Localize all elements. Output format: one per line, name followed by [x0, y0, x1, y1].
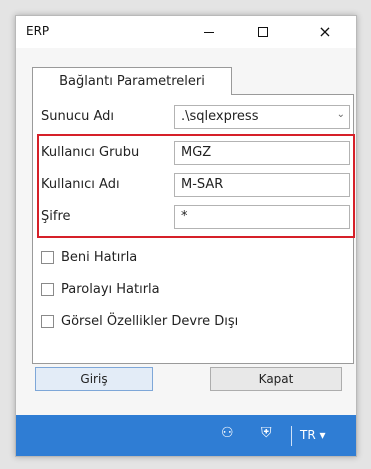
minimize-icon	[204, 31, 214, 33]
remember-me-checkbox[interactable]: Beni Hatırla	[41, 250, 137, 265]
checkbox-icon[interactable]	[41, 315, 54, 328]
minimize-button[interactable]	[186, 16, 232, 48]
title-bar: ERP ×	[16, 16, 356, 48]
shield-icon[interactable]: ⛨	[261, 425, 272, 441]
password-label: Şifre	[41, 209, 71, 224]
user-group-row: Kullanıcı Grubu MGZ	[41, 139, 351, 167]
maximize-button[interactable]	[240, 16, 286, 48]
tab-connection-parameters[interactable]: Bağlantı Parametreleri	[32, 67, 232, 95]
username-row: Kullanıcı Adı M-SAR	[41, 171, 351, 199]
server-name-dropdown[interactable]: .\sqlexpress ⌄	[174, 105, 350, 129]
username-label: Kullanıcı Adı	[41, 177, 120, 192]
connection-parameters-panel: Sunucu Adı .\sqlexpress ⌄ Kullanıcı Grub…	[32, 94, 355, 364]
password-row: Şifre *	[41, 203, 351, 231]
remember-password-label: Parolayı Hatırla	[61, 282, 160, 297]
server-name-value: .\sqlexpress	[181, 109, 259, 124]
chevron-down-icon[interactable]: ⌄	[337, 109, 345, 120]
user-group-label: Kullanıcı Grubu	[41, 145, 140, 160]
login-button[interactable]: Giriş	[35, 367, 153, 391]
remember-me-label: Beni Hatırla	[61, 250, 138, 265]
language-selector[interactable]: TR ▾	[300, 428, 326, 442]
checkbox-icon[interactable]	[41, 251, 54, 264]
username-field[interactable]: M-SAR	[174, 173, 350, 197]
disable-visual-features-checkbox[interactable]: Görsel Özellikler Devre Dışı	[41, 314, 238, 329]
close-icon: ×	[318, 22, 332, 41]
dialog-client-area: Bağlantı Parametreleri Sunucu Adı .\sqle…	[16, 48, 356, 415]
window-title: ERP	[26, 24, 50, 38]
maximize-icon	[258, 27, 268, 37]
user-group-field[interactable]: MGZ	[174, 141, 350, 165]
status-bar: ⚇ ⛨ TR ▾	[16, 415, 356, 456]
password-field[interactable]: *	[174, 205, 350, 229]
erp-login-window: ERP × Bağlantı Parametreleri Sunucu Adı …	[15, 15, 357, 457]
server-name-row: Sunucu Adı .\sqlexpress ⌄	[41, 103, 351, 131]
remember-password-checkbox[interactable]: Parolayı Hatırla	[41, 282, 160, 297]
server-name-label: Sunucu Adı	[41, 109, 115, 124]
close-dialog-button[interactable]: Kapat	[210, 367, 342, 391]
network-users-icon[interactable]: ⚇	[221, 425, 234, 441]
disable-visual-features-label: Görsel Özellikler Devre Dışı	[61, 314, 239, 329]
close-button[interactable]: ×	[302, 16, 348, 48]
checkbox-icon[interactable]	[41, 283, 54, 296]
status-separator	[291, 426, 292, 446]
